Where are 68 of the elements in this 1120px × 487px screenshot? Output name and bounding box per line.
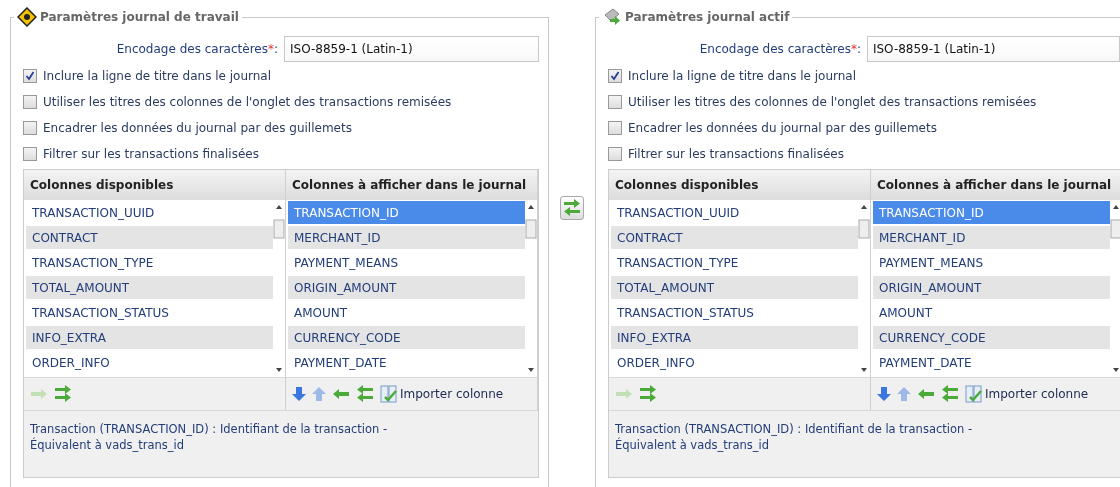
list-item[interactable]: INFO_EXTRA [26, 326, 273, 349]
transfer-button[interactable] [560, 196, 584, 220]
list-item[interactable]: CONTRACT [26, 226, 273, 249]
column-description: Transaction (TRANSACTION_ID) : Identifiant de la transaction - Équivalent à vads_trans_id [24, 410, 538, 477]
panel-title: Paramètres journal de travail [40, 10, 239, 24]
warning-sign-icon [17, 7, 37, 27]
encoding-field[interactable]: ISO-8859-1 (Latin-1) [284, 36, 539, 62]
list-item[interactable]: MERCHANT_ID [288, 226, 525, 249]
arrow-down-icon [292, 386, 306, 402]
list-item[interactable]: TOTAL_AMOUNT [611, 276, 858, 299]
arrow-right-icon [30, 388, 48, 400]
checkbox-label: Filtrer sur les transactions finalisées [43, 147, 259, 161]
list-item[interactable]: TOTAL_AMOUNT [26, 276, 273, 299]
panel-title: Paramètres journal actif [625, 10, 790, 24]
checkbox[interactable] [23, 95, 37, 109]
import-button[interactable]: Importer colonne [965, 385, 1089, 403]
arrow-up-icon [312, 386, 326, 402]
column-header: Colonnes disponibles [609, 170, 871, 200]
checkbox-label: Inclure la ligne de titre dans le journal [43, 69, 272, 83]
checkbox-label: Encadrer les données du journal par des guillemets [43, 121, 352, 135]
list-item[interactable]: INFO_EXTRA [611, 326, 858, 349]
list-item[interactable]: MERCHANT_ID [873, 226, 1110, 249]
column-check-icon [965, 385, 983, 403]
checkbox-label: Inclure la ligne de titre dans le journal [628, 69, 857, 83]
list-item[interactable]: ORIGIN_AMOUNT [288, 276, 525, 299]
column-description: Transaction (TRANSACTION_ID) : Identifiant de la transaction - Équivalent à vads_trans_id [609, 410, 1120, 477]
checkbox-label: Filtrer sur les transactions finalisées [628, 147, 844, 161]
swap-arrows-icon [563, 199, 581, 217]
checkbox[interactable] [608, 121, 622, 135]
import-button[interactable]: Importer colonne [380, 385, 504, 403]
checkbox-label: Utiliser les titres des colonnes de l'onglet des transactions remisées [628, 95, 1037, 109]
checkbox[interactable] [608, 95, 622, 109]
checkbox[interactable] [608, 147, 622, 161]
toolbar-button[interactable] [292, 386, 306, 402]
column-header: Colonnes disponibles [24, 170, 286, 200]
checkbox[interactable] [23, 147, 37, 161]
list-item[interactable]: CURRENCY_CODE [873, 326, 1110, 349]
checkbox-label: Utiliser les titres des colonnes de l'onglet des transactions remisées [43, 95, 452, 109]
checkbox[interactable] [23, 69, 37, 83]
toolbar-button[interactable] [54, 385, 72, 403]
arrow-left-icon [332, 388, 350, 400]
toolbar-button[interactable] [639, 385, 657, 403]
toolbar-button[interactable] [356, 385, 374, 403]
double-arrow-right-icon [639, 385, 657, 403]
toolbar-button[interactable] [332, 388, 350, 400]
toolbar-button[interactable] [917, 388, 935, 400]
list-item[interactable]: CURRENCY_CODE [288, 326, 525, 349]
column-check-icon [380, 385, 398, 403]
list-item[interactable]: CONTRACT [611, 226, 858, 249]
checkbox-label: Encadrer les données du journal par des guillemets [628, 121, 937, 135]
toolbar-button[interactable] [877, 386, 891, 402]
arrow-down-icon [877, 386, 891, 402]
column-header: Colonnes à afficher dans le journal [871, 170, 1120, 200]
double-arrow-right-icon [54, 385, 72, 403]
arrow-left-icon [917, 388, 935, 400]
document-arrow-icon [602, 7, 622, 27]
double-arrow-left-icon [356, 385, 374, 403]
checkbox[interactable] [608, 69, 622, 83]
list-item[interactable]: ORIGIN_AMOUNT [873, 276, 1110, 299]
toolbar-button[interactable] [941, 385, 959, 403]
arrow-right-icon [615, 388, 633, 400]
field-label: Encodage des caractères*: [115, 42, 279, 56]
encoding-field[interactable]: ISO-8859-1 (Latin-1) [866, 36, 1120, 62]
double-arrow-left-icon [941, 385, 959, 403]
arrow-up-icon [897, 386, 911, 402]
column-header: Colonnes à afficher dans le journal [286, 170, 538, 200]
field-label: Encodage des caractères*: [698, 42, 862, 56]
checkbox[interactable] [23, 121, 37, 135]
